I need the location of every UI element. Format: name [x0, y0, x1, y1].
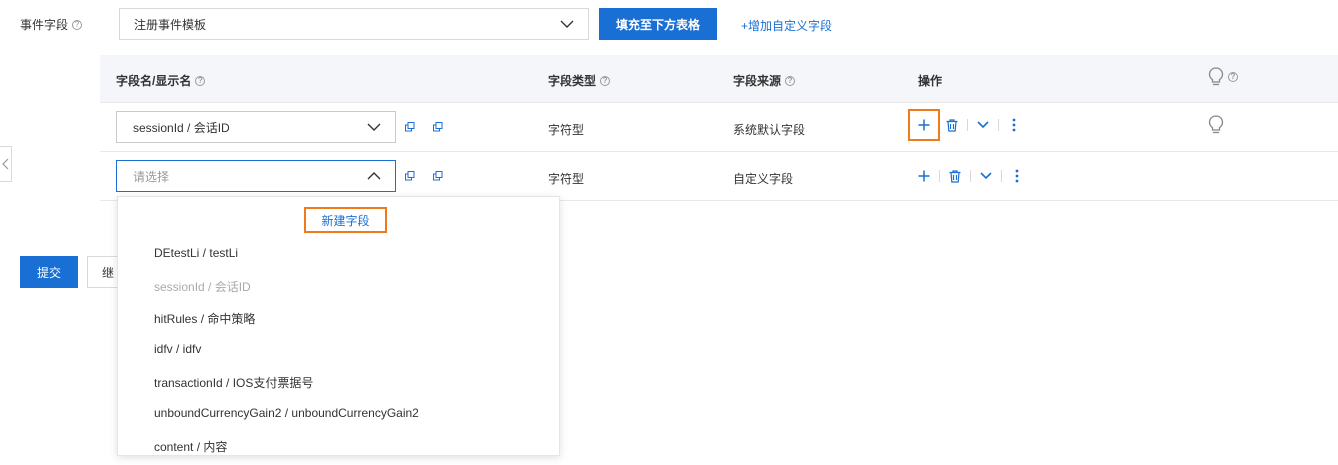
- trash-icon: [946, 118, 958, 132]
- dropdown-option: sessionId / 会话ID: [154, 280, 251, 294]
- add-row-button[interactable]: [912, 162, 936, 190]
- help-icon[interactable]: ?: [72, 19, 83, 30]
- expand-row-button[interactable]: [974, 162, 998, 190]
- table-row: 请选择 字符型 自定义字段: [100, 152, 1338, 201]
- field-source-cell: 自定义字段: [733, 172, 794, 186]
- divider: [970, 170, 971, 182]
- table-row: sessionId / 会话ID 字符型 系统默认字段: [100, 103, 1338, 152]
- copy-icon[interactable]: [433, 171, 443, 181]
- fill-table-button[interactable]: 填充至下方表格: [599, 8, 717, 40]
- dropdown-option[interactable]: hitRules / 命中策略: [154, 310, 255, 327]
- copy-icon[interactable]: [405, 171, 415, 181]
- header-field-name: 字段名/显示名 ?: [116, 72, 206, 89]
- chevron-down-icon: [977, 121, 989, 129]
- chevron-down-icon: [980, 172, 992, 180]
- header-field-source-text: 字段来源: [733, 74, 782, 88]
- delete-row-button[interactable]: [943, 162, 967, 190]
- dropdown-option[interactable]: transactionId / IOS支付票据号: [154, 374, 313, 391]
- header-ops-text: 操作: [918, 74, 943, 88]
- row-ops: [908, 109, 1026, 141]
- help-icon[interactable]: ?: [195, 75, 206, 86]
- dropdown-option[interactable]: DEtestLi / testLi: [154, 246, 238, 260]
- more-button[interactable]: [1005, 162, 1029, 190]
- new-field-button[interactable]: 新建字段: [304, 207, 387, 233]
- field-select-placeholder: 请选择: [133, 169, 170, 184]
- lightbulb-icon[interactable]: [1208, 115, 1224, 137]
- divider: [1001, 170, 1002, 182]
- event-field-label: 事件字段 ?: [20, 16, 83, 33]
- more-button[interactable]: [1002, 111, 1026, 139]
- header-field-name-text: 字段名/显示名: [116, 74, 192, 88]
- copy-icon[interactable]: [405, 122, 415, 132]
- help-icon[interactable]: ?: [785, 75, 796, 86]
- more-vertical-icon: [1012, 118, 1016, 132]
- add-custom-field-link[interactable]: +增加自定义字段: [741, 17, 832, 34]
- template-select[interactable]: 注册事件模板: [119, 8, 589, 40]
- dropdown-option[interactable]: content / 内容: [154, 438, 227, 455]
- header-field-source: 字段来源 ?: [733, 72, 796, 89]
- field-source-cell: 系统默认字段: [733, 123, 806, 137]
- field-type-cell: 字符型: [548, 172, 585, 186]
- template-select-value: 注册事件模板: [134, 17, 207, 32]
- table-header: 字段名/显示名 ? 字段类型 ? 字段来源 ? 操作 ?: [100, 55, 1338, 103]
- field-type-cell: 字符型: [548, 123, 585, 137]
- dropdown-option[interactable]: idfv / idfv: [154, 342, 201, 356]
- divider: [939, 170, 940, 182]
- chevron-down-icon: [367, 123, 381, 131]
- field-select-value: sessionId / 会话ID: [133, 120, 230, 135]
- divider: [967, 119, 968, 131]
- lightbulb-icon: [1208, 67, 1224, 86]
- more-vertical-icon: [1015, 169, 1019, 183]
- dropdown-option[interactable]: unboundCurrencyGain2 / unboundCurrencyGa…: [154, 406, 419, 420]
- header-bulb: ?: [1208, 67, 1238, 87]
- chevron-left-icon: [2, 158, 9, 170]
- field-table: 字段名/显示名 ? 字段类型 ? 字段来源 ? 操作 ? sessionId /…: [100, 55, 1338, 201]
- header-field-type-text: 字段类型: [548, 74, 597, 88]
- help-icon[interactable]: ?: [600, 75, 611, 86]
- sidebar-collapse-handle[interactable]: [0, 146, 12, 182]
- expand-row-button[interactable]: [971, 111, 995, 139]
- divider: [998, 119, 999, 131]
- help-icon[interactable]: ?: [1228, 72, 1238, 82]
- chevron-up-icon: [367, 172, 381, 180]
- plus-icon: [918, 170, 930, 182]
- header-ops: 操作: [918, 72, 942, 89]
- row-ops: [912, 162, 1029, 190]
- plus-icon: [918, 119, 930, 131]
- field-dropdown-panel: 新建字段 DEtestLi / testLi sessionId / 会话ID …: [117, 196, 560, 456]
- trash-icon: [949, 169, 961, 183]
- field-select[interactable]: 请选择: [116, 160, 396, 192]
- header-field-type: 字段类型 ?: [548, 72, 611, 89]
- field-select[interactable]: sessionId / 会话ID: [116, 111, 396, 143]
- delete-row-button[interactable]: [940, 111, 964, 139]
- add-row-button[interactable]: [908, 109, 940, 141]
- event-field-label-text: 事件字段: [20, 18, 69, 32]
- chevron-down-icon: [560, 20, 574, 28]
- submit-button[interactable]: 提交: [20, 256, 78, 288]
- copy-icon[interactable]: [433, 122, 443, 132]
